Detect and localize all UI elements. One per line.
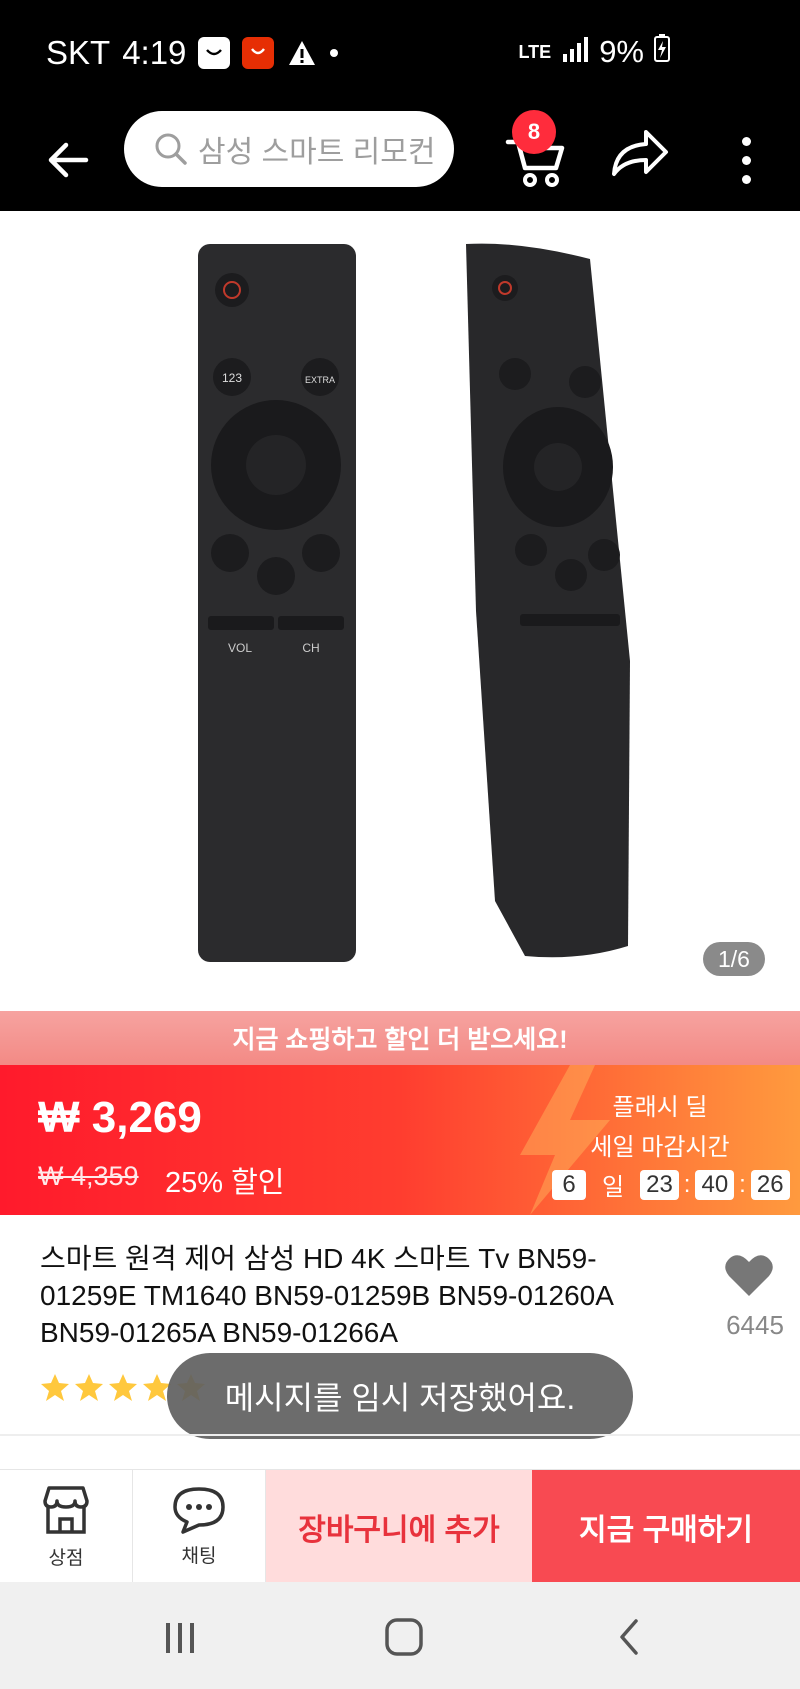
back-arrow-icon (48, 142, 89, 178)
chat-button[interactable]: 채팅 (133, 1470, 266, 1583)
countdown-seconds: 26 (750, 1169, 790, 1200)
original-price: ₩ 4,359 (38, 1161, 139, 1191)
search-input[interactable]: 삼성 스마트 리모컨 (124, 111, 454, 187)
flash-deal-countdown: 6 일 23 : 40 : 26 (552, 1167, 790, 1202)
product-image-gallery[interactable]: 123 EXTRA VOL CH (0, 211, 800, 1011)
time-label: 4:19 (122, 34, 187, 71)
current-price: ₩ 3,269 (38, 1093, 202, 1142)
home-icon (385, 1618, 423, 1656)
bottom-action-bar: 상점 채팅 장바구니에 추가 지금 구매하기 (0, 1469, 800, 1583)
remote-vol-label: VOL (228, 641, 252, 655)
wishlist-count: 6445 (726, 1310, 784, 1340)
wishlist-button[interactable] (724, 1252, 784, 1306)
promo-banner[interactable]: 지금 쇼핑하고 할인 더 받으세요! (0, 1011, 800, 1065)
buy-now-button[interactable]: 지금 구매하기 (532, 1470, 800, 1583)
share-button[interactable] (608, 120, 672, 184)
remote-side-image (466, 243, 630, 958)
battery-label: 9% (599, 34, 644, 69)
star-icon (41, 1374, 69, 1401)
system-navigation-bar (0, 1582, 800, 1689)
heart-icon (725, 1255, 773, 1296)
status-bar-left: SKT 4:19 (46, 34, 339, 72)
cart-count-badge: 8 (512, 110, 556, 154)
carrier-label: SKT (46, 34, 111, 71)
flash-deal-title: 플래시 딜 (612, 1094, 708, 1121)
countdown-day-label: 일 (602, 1174, 625, 1201)
battery-charging-icon (654, 34, 670, 70)
search-icon (155, 133, 187, 165)
status-bar: SKT 4:19 LTE 9% (0, 0, 800, 110)
store-button[interactable]: 상점 (0, 1470, 133, 1583)
image-counter: 1/6 (703, 942, 765, 976)
top-toolbar: 삼성 스마트 리모컨 8 (0, 110, 800, 211)
remote-extra-label: EXTRA (305, 375, 335, 385)
signal-icon (561, 34, 589, 70)
remote-front-image: 123 EXTRA VOL CH (198, 244, 356, 962)
remote-ch-label: CH (302, 641, 319, 655)
countdown-separator: : (683, 1170, 691, 1198)
recent-apps-button[interactable] (150, 1612, 210, 1662)
add-to-cart-button[interactable]: 장바구니에 추가 (266, 1470, 532, 1583)
home-button[interactable] (374, 1612, 434, 1662)
flash-deal-subtitle: 세일 마감시간 (590, 1134, 730, 1161)
system-back-button[interactable] (600, 1612, 660, 1662)
search-placeholder: 삼성 스마트 리모컨 (198, 136, 436, 169)
star-icon (75, 1374, 103, 1401)
countdown-minutes: 40 (695, 1169, 735, 1200)
more-vertical-icon (741, 136, 751, 146)
lte-icon: LTE (518, 42, 552, 62)
section-divider (0, 1434, 800, 1436)
warning-icon (286, 37, 318, 69)
dot-icon (330, 49, 339, 57)
remote-123-label: 123 (222, 371, 242, 385)
back-button[interactable] (36, 128, 100, 192)
product-title: 스마트 원격 제어 삼성 HD 4K 스마트 Tv BN59-01259E TM… (40, 1243, 613, 1348)
discount-label: 25% 할인 (165, 1167, 285, 1199)
chat-label: 채팅 (181, 1546, 217, 1567)
countdown-days: 6 (552, 1169, 586, 1200)
app-notification-icon (198, 37, 231, 69)
share-icon (612, 130, 668, 176)
product-image: 123 EXTRA VOL CH (198, 243, 630, 962)
aliexpress-notification-icon (242, 37, 275, 69)
price-bar: ₩ 3,269 ₩ 4,359 25% 할인 플래시 딜 세일 마감시간 6 일… (0, 1065, 800, 1215)
store-icon (43, 1486, 89, 1534)
store-label: 상점 (48, 1548, 84, 1569)
recent-apps-icon (166, 1623, 194, 1653)
star-icon (109, 1374, 137, 1401)
chat-icon (173, 1487, 225, 1534)
countdown-hours: 23 (640, 1169, 679, 1200)
more-options-button[interactable] (726, 128, 766, 192)
status-bar-right: LTE 9% (519, 34, 670, 70)
countdown-separator: : (739, 1170, 746, 1198)
toast-message: 메시지를 임시 저장했어요. (167, 1353, 633, 1439)
back-chevron-icon (620, 1619, 638, 1655)
